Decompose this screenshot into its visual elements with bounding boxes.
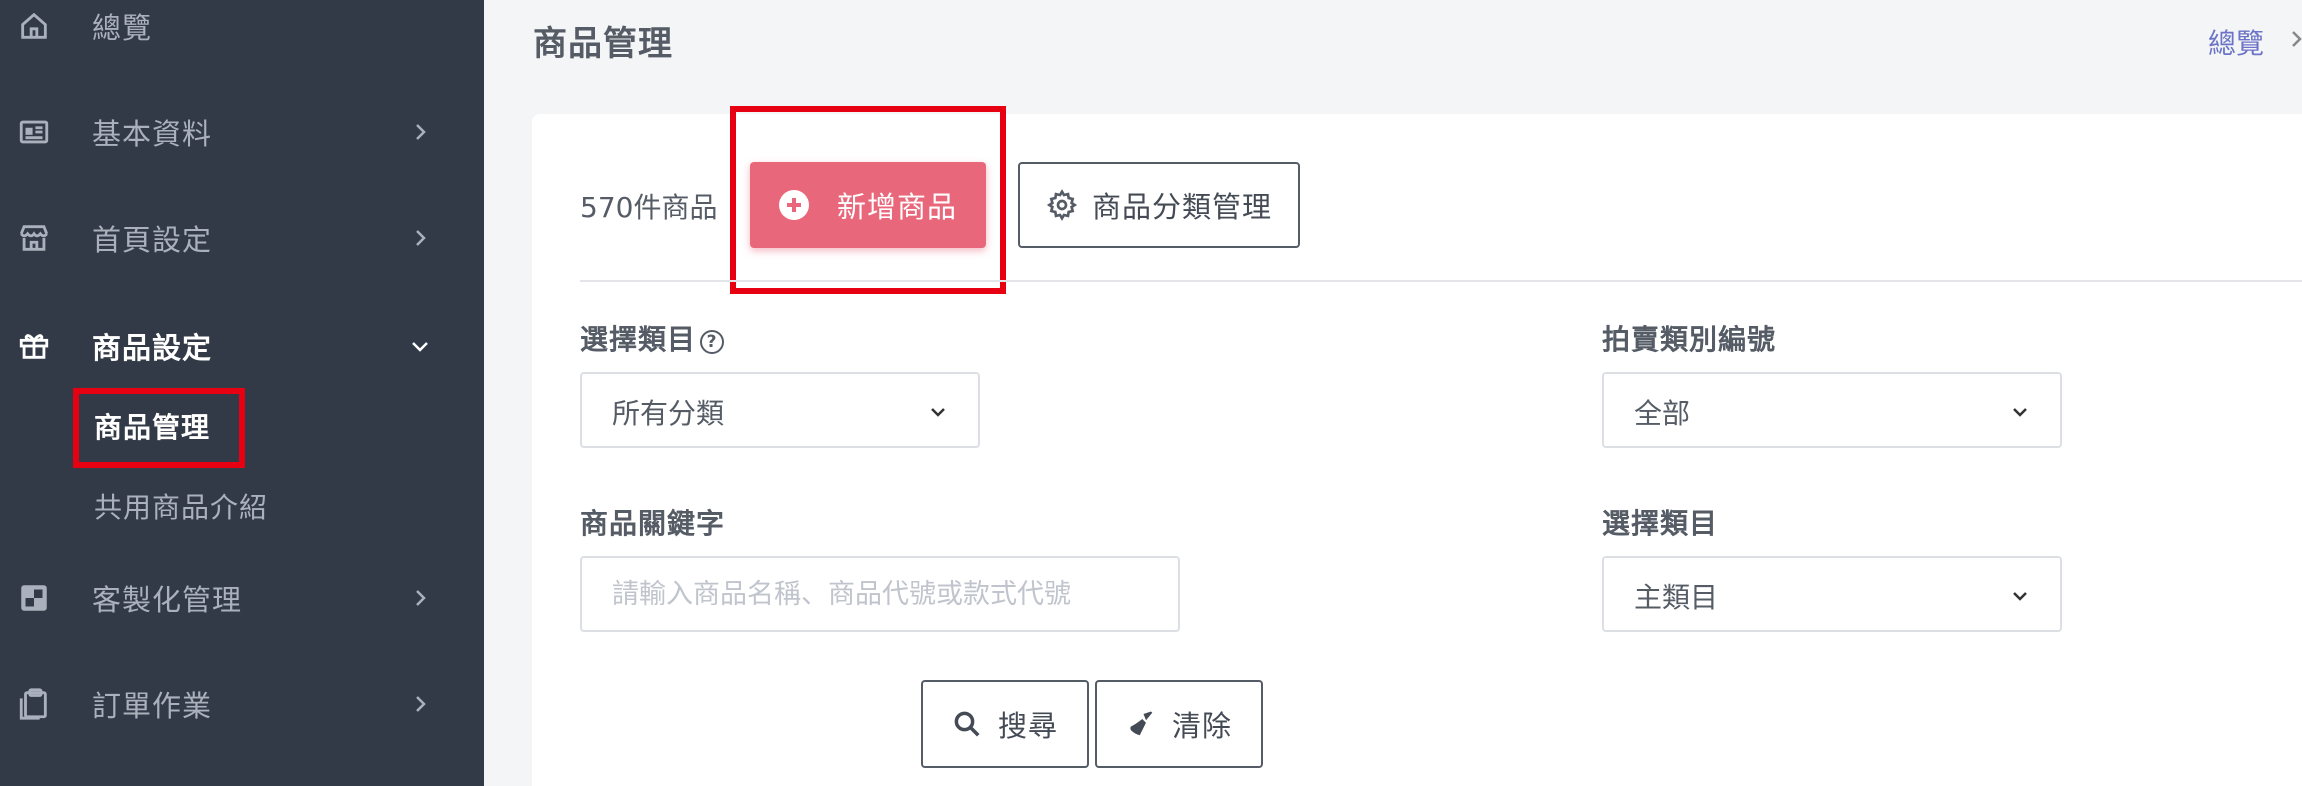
chevron-right-icon <box>416 696 426 712</box>
main-category-select[interactable]: 主類目 <box>1602 556 2062 632</box>
main-category-select-value: 主類目 <box>1634 581 1719 614</box>
category-management-label: 商品分類管理 <box>1091 190 1272 224</box>
auction-category-label: 拍賣類別編號 <box>1602 323 1777 356</box>
store-icon <box>14 218 54 258</box>
search-button-label: 搜尋 <box>997 709 1058 743</box>
chevron-down-icon <box>412 342 428 352</box>
plus-circle-icon <box>778 190 809 220</box>
search-button[interactable]: 搜尋 <box>921 680 1089 768</box>
auction-select-value: 全部 <box>1634 397 1691 430</box>
keyword-input[interactable] <box>580 556 1180 632</box>
sidebar-item-label: 商品設定 <box>92 331 213 365</box>
category-filter-label: 選擇類目? <box>580 318 725 358</box>
add-product-label: 新增商品 <box>836 190 957 224</box>
clipboard-icon <box>14 684 54 724</box>
chevron-right-icon <box>2292 31 2302 47</box>
help-icon[interactable]: ? <box>700 330 725 354</box>
keyword-label: 商品關鍵字 <box>580 507 726 540</box>
gift-icon <box>14 326 54 366</box>
category-select[interactable]: 所有分類 <box>580 372 980 448</box>
chevron-down-icon <box>2013 408 2027 417</box>
chevron-right-icon <box>416 230 426 246</box>
sidebar-item-label: 總覽 <box>92 11 153 45</box>
sidebar-item-label: 基本資料 <box>92 117 213 151</box>
page-title: 商品管理 <box>533 24 673 64</box>
sidebar-item-overview[interactable]: 總覽 <box>0 0 484 56</box>
gear-icon <box>1046 189 1078 221</box>
sidebar-item-product-settings[interactable]: 商品設定 <box>0 316 484 376</box>
clear-button-label: 清除 <box>1171 709 1232 743</box>
sidebar: 總覽 基本資料 首頁設定 商品設定 商品管理 共用商品介紹 客製化管理 訂單作業 <box>0 0 484 786</box>
chevron-right-icon <box>416 590 426 606</box>
customize-icon <box>14 578 54 618</box>
add-product-button[interactable]: 新增商品 <box>750 162 986 248</box>
sidebar-item-customization[interactable]: 客製化管理 <box>0 568 484 628</box>
product-count: 570件商品 <box>580 191 718 224</box>
divider <box>580 280 2302 282</box>
sidebar-subitem-shared-intro[interactable]: 共用商品介紹 <box>94 486 268 526</box>
sidebar-item-label: 首頁設定 <box>92 223 213 257</box>
auction-category-select[interactable]: 全部 <box>1602 372 2062 448</box>
broom-icon <box>1130 711 1153 736</box>
category-select-value: 所有分類 <box>612 397 725 430</box>
sidebar-subitem-product-management[interactable]: 商品管理 <box>94 406 210 446</box>
sidebar-item-label: 客製化管理 <box>92 583 243 617</box>
category-management-button[interactable]: 商品分類管理 <box>1018 162 1300 248</box>
id-card-icon <box>14 112 54 152</box>
sidebar-item-home-settings[interactable]: 首頁設定 <box>0 208 484 268</box>
clear-button[interactable]: 清除 <box>1095 680 1263 768</box>
sidebar-item-basic-info[interactable]: 基本資料 <box>0 102 484 162</box>
sidebar-item-orders[interactable]: 訂單作業 <box>0 674 484 734</box>
breadcrumb[interactable]: 總覽 <box>2208 22 2264 62</box>
chevron-down-icon <box>2013 592 2027 601</box>
main-category-label: 選擇類目 <box>1602 507 1719 540</box>
home-icon <box>14 6 54 46</box>
search-icon <box>954 711 980 737</box>
chevron-down-icon <box>931 408 945 417</box>
chevron-right-icon <box>416 124 426 140</box>
sidebar-item-label: 訂單作業 <box>92 689 213 723</box>
